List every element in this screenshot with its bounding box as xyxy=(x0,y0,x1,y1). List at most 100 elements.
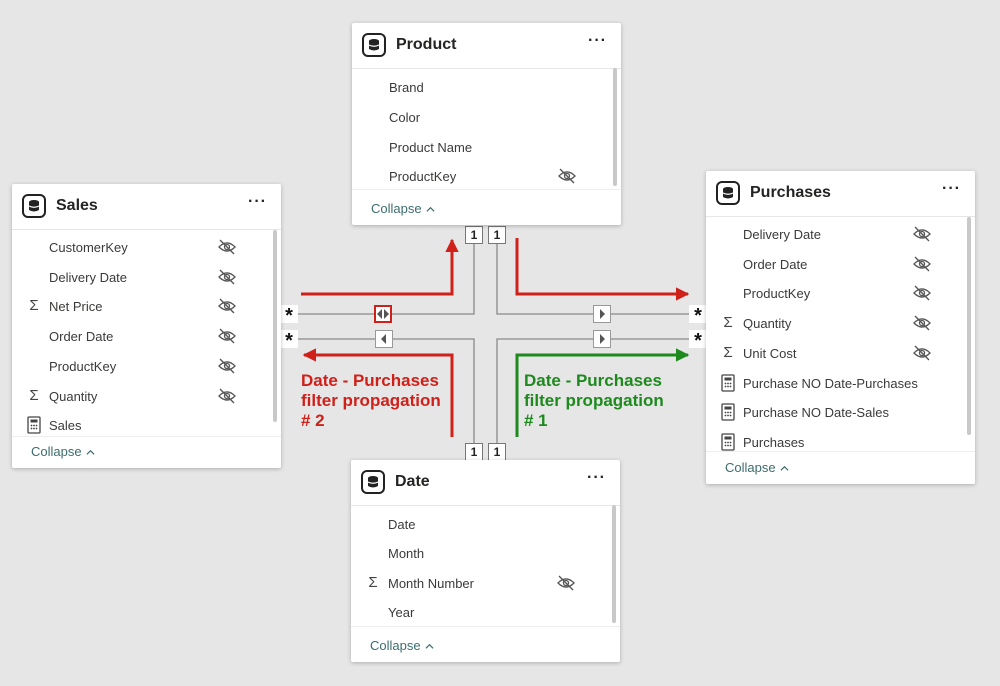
field-month[interactable]: Month xyxy=(351,538,620,568)
product-table-header[interactable]: Product ··· xyxy=(352,23,621,69)
sales-table-card[interactable]: Sales ··· CustomerKey Delivery Date Σ Net… xyxy=(12,184,281,468)
scrollbar[interactable] xyxy=(612,505,616,623)
more-options-icon[interactable]: ··· xyxy=(248,193,267,211)
hidden-eye-icon xyxy=(913,226,931,242)
chevron-up-icon xyxy=(425,643,434,649)
table-icon xyxy=(716,181,740,205)
scrollbar[interactable] xyxy=(613,68,617,186)
hidden-eye-icon xyxy=(218,298,236,314)
purchases-table-header[interactable]: Purchases ··· xyxy=(706,171,975,217)
sigma-icon: Σ xyxy=(723,344,733,361)
arrow-right-icon xyxy=(600,334,605,344)
collapse-button[interactable]: Collapse xyxy=(370,638,434,653)
sigma-icon: Σ xyxy=(29,297,39,314)
sigma-icon: Σ xyxy=(29,387,39,404)
footer-divider xyxy=(12,436,281,437)
hidden-eye-icon xyxy=(218,388,236,404)
more-options-icon[interactable]: ··· xyxy=(588,32,607,50)
wire-product-sales xyxy=(297,240,475,315)
field-delivery-date[interactable]: Delivery Date xyxy=(12,262,281,292)
cardinality-one-product-sales: 1 xyxy=(465,226,483,244)
collapse-button[interactable]: Collapse xyxy=(31,444,95,459)
field-productkey[interactable]: ProductKey xyxy=(706,278,975,308)
purchases-table-card[interactable]: Purchases ··· Delivery Date Order Date P… xyxy=(706,171,975,484)
hidden-eye-icon xyxy=(218,239,236,255)
date-table-header[interactable]: Date ··· xyxy=(351,460,620,506)
red-arrow-product-to-purchases xyxy=(515,238,690,301)
footer-divider xyxy=(351,626,620,627)
field-color[interactable]: Color xyxy=(352,102,621,132)
hidden-eye-icon xyxy=(913,285,931,301)
chevron-up-icon xyxy=(426,206,435,212)
hidden-eye-icon xyxy=(913,345,931,361)
cardinality-many-purchases-product: * xyxy=(689,305,707,327)
scrollbar[interactable] xyxy=(273,230,277,422)
hidden-eye-icon xyxy=(913,315,931,331)
product-table-title: Product xyxy=(396,36,457,53)
sigma-icon: Σ xyxy=(723,314,733,331)
hidden-eye-icon xyxy=(557,575,575,591)
hidden-eye-icon xyxy=(218,358,236,374)
field-purchase-no-date-purchases[interactable]: Purchase NO Date-Purchases xyxy=(706,368,975,398)
cardinality-many-sales-product: * xyxy=(280,305,298,327)
field-quantity[interactable]: Σ Quantity xyxy=(12,381,281,411)
hidden-eye-icon xyxy=(218,328,236,344)
purchases-table-title: Purchases xyxy=(750,184,831,201)
filter-direction-right-button-2[interactable] xyxy=(593,330,611,348)
sales-table-header[interactable]: Sales ··· xyxy=(12,184,281,230)
field-product-name[interactable]: Product Name xyxy=(352,132,621,162)
table-icon xyxy=(22,194,46,218)
field-purchases-measure[interactable]: Purchases xyxy=(706,427,975,457)
more-options-icon[interactable]: ··· xyxy=(942,180,961,198)
field-year[interactable]: Year xyxy=(351,597,620,627)
bidirectional-filter-button[interactable] xyxy=(374,305,392,323)
field-productkey[interactable]: ProductKey xyxy=(12,351,281,381)
collapse-button[interactable]: Collapse xyxy=(371,201,435,216)
field-productkey[interactable]: ProductKey xyxy=(352,161,621,191)
field-delivery-date[interactable]: Delivery Date xyxy=(706,219,975,249)
wire-product-purchases xyxy=(496,240,690,315)
filter-direction-right-button[interactable] xyxy=(593,305,611,323)
date-table-card[interactable]: Date ··· Date Month Σ Month Number Year C… xyxy=(351,460,620,662)
field-month-number[interactable]: Σ Month Number xyxy=(351,568,620,598)
collapse-button[interactable]: Collapse xyxy=(725,460,789,475)
field-brand[interactable]: Brand xyxy=(352,72,621,102)
product-table-card[interactable]: Product ··· Brand Color Product Name Pro… xyxy=(352,23,621,225)
cardinality-one-date-sales: 1 xyxy=(465,443,483,461)
footer-divider xyxy=(706,451,975,452)
field-date[interactable]: Date xyxy=(351,509,620,539)
field-purchase-no-date-sales[interactable]: Purchase NO Date-Sales xyxy=(706,397,975,427)
sigma-icon: Σ xyxy=(368,574,378,591)
more-options-icon[interactable]: ··· xyxy=(587,469,606,487)
cardinality-one-date-purchases: 1 xyxy=(488,443,506,461)
calculator-icon xyxy=(721,374,735,392)
arrow-right-icon xyxy=(600,309,605,319)
field-unit-cost[interactable]: Σ Unit Cost xyxy=(706,338,975,368)
green-annotation: Date - Purchases filter propagation # 1 xyxy=(524,371,664,430)
chevron-up-icon xyxy=(780,465,789,471)
table-icon xyxy=(361,470,385,494)
footer-divider xyxy=(352,189,621,190)
date-table-title: Date xyxy=(395,473,430,490)
field-quantity[interactable]: Σ Quantity xyxy=(706,308,975,338)
red-annotation: Date - Purchases filter propagation # 2 xyxy=(301,371,441,430)
sales-table-title: Sales xyxy=(56,197,98,214)
calculator-icon xyxy=(721,403,735,421)
cardinality-one-product-purchases: 1 xyxy=(488,226,506,244)
field-order-date[interactable]: Order Date xyxy=(706,249,975,279)
scrollbar[interactable] xyxy=(967,217,971,435)
cardinality-many-purchases-date: * xyxy=(689,330,707,352)
table-icon xyxy=(362,33,386,57)
cardinality-many-sales-date: * xyxy=(280,330,298,352)
arrow-left-icon xyxy=(381,334,386,344)
red-arrow-sales-to-product xyxy=(301,238,459,296)
chevron-up-icon xyxy=(86,449,95,455)
hidden-eye-icon xyxy=(218,269,236,285)
hidden-eye-icon xyxy=(558,168,576,184)
filter-direction-left-button[interactable] xyxy=(375,330,393,348)
hidden-eye-icon xyxy=(913,256,931,272)
bidirectional-arrows-icon xyxy=(377,309,389,319)
field-order-date[interactable]: Order Date xyxy=(12,321,281,351)
field-net-price[interactable]: Σ Net Price xyxy=(12,291,281,321)
field-customerkey[interactable]: CustomerKey xyxy=(12,232,281,262)
